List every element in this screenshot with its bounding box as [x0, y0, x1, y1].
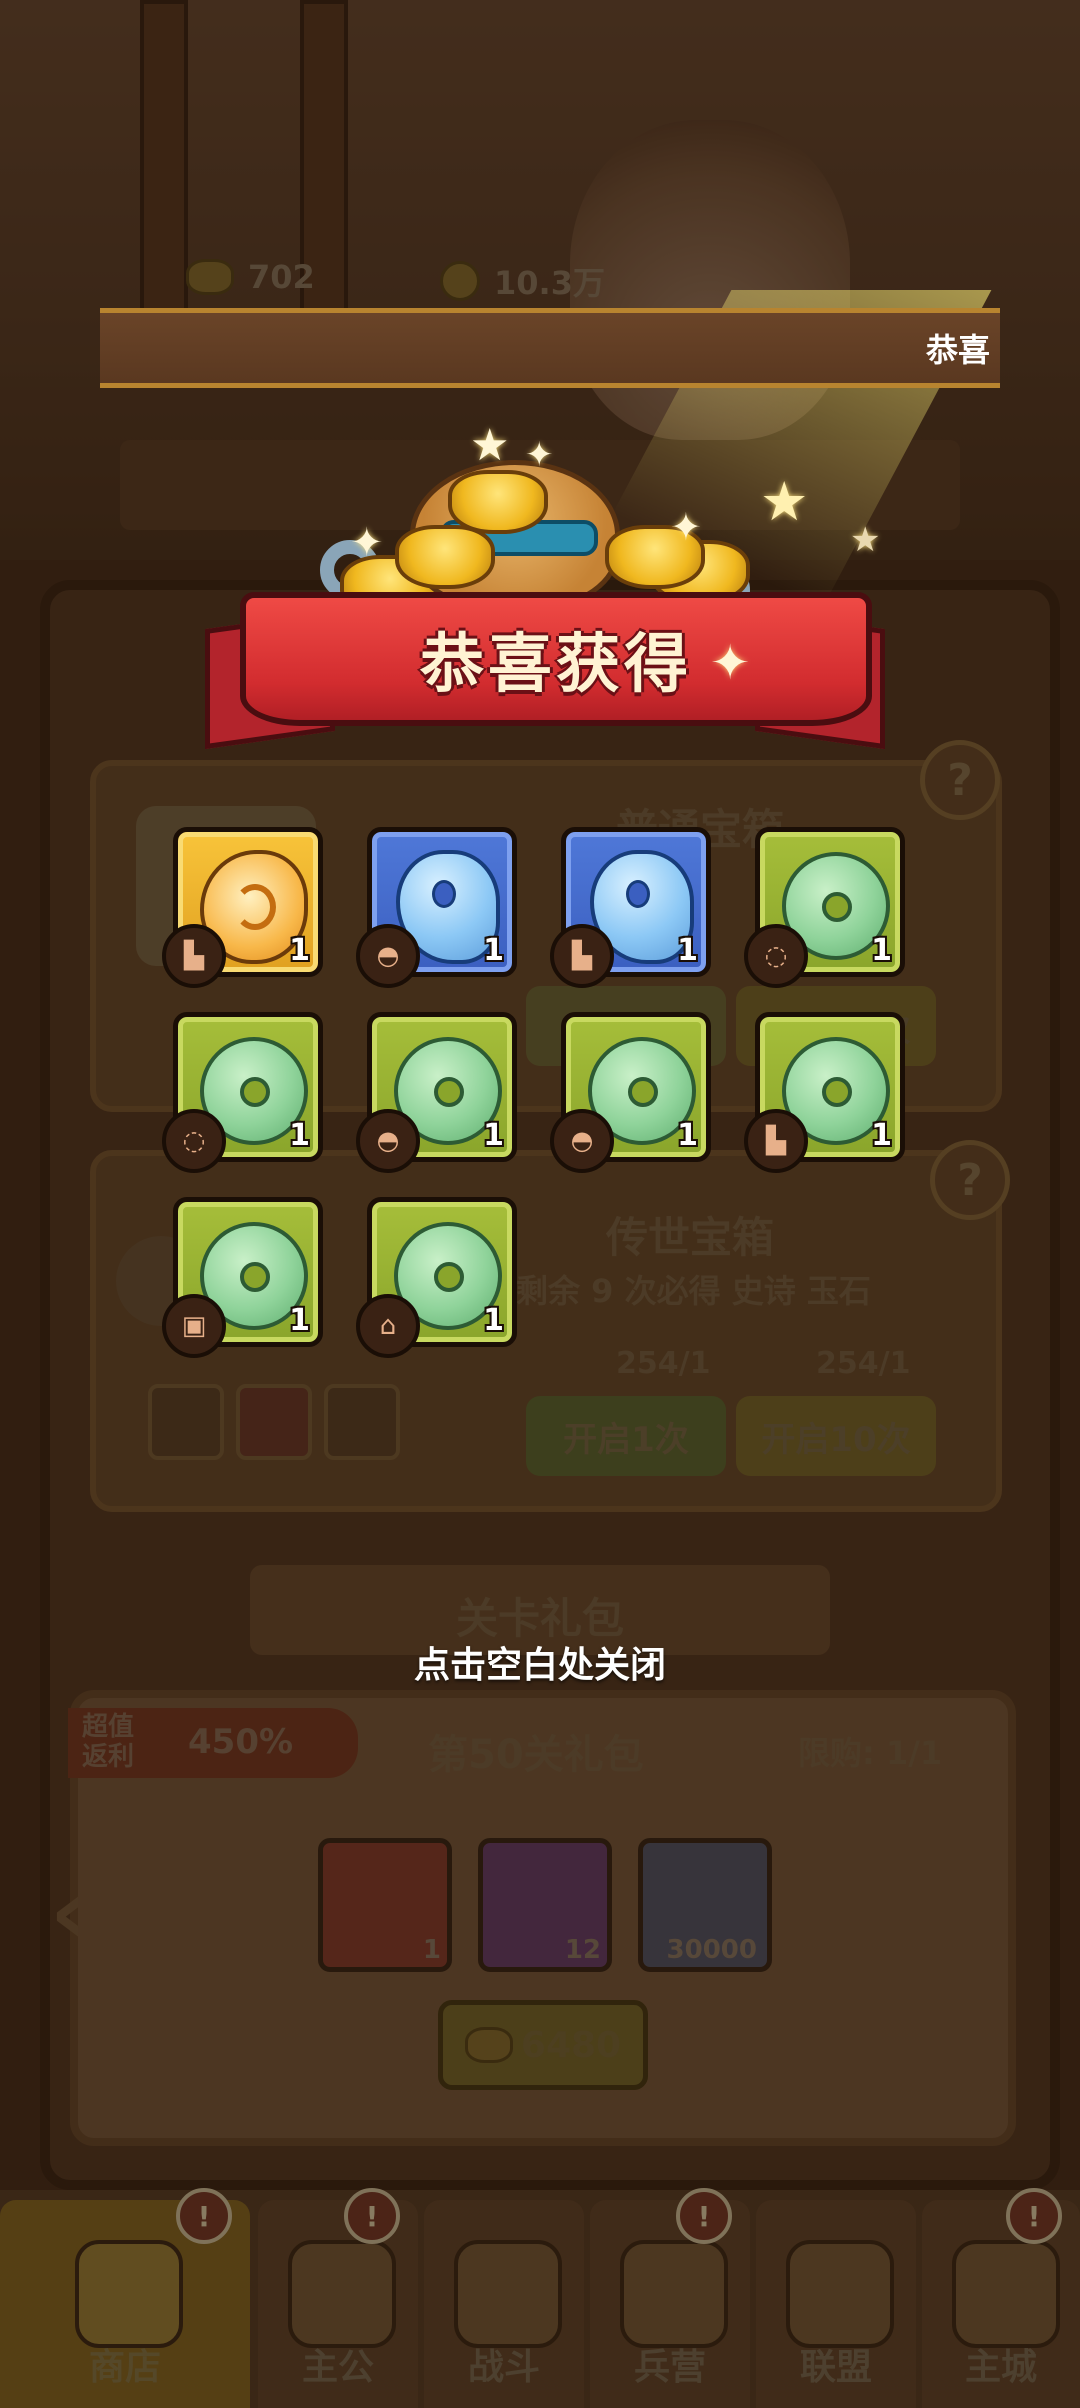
reward-title-banner: 恭喜获得	[240, 592, 872, 726]
reward-item-jade-gem[interactable]: ▙ 1	[744, 1012, 905, 1173]
reward-item-blue-gem[interactable]: ▙ 1	[550, 827, 711, 988]
boot-icon: ▙	[162, 924, 226, 988]
reward-item-jade-gem[interactable]: ◌ 1	[744, 827, 905, 988]
reward-item-jade-gem[interactable]: ⌂ 1	[356, 1197, 517, 1358]
reward-count: 1	[483, 1303, 504, 1338]
sparkle-icon: ★	[470, 420, 510, 471]
broadcast-notice-text: 恭喜	[925, 331, 990, 369]
reward-count: 1	[483, 1118, 504, 1153]
ring-icon: ◌	[744, 924, 808, 988]
reward-title: 恭喜获得	[420, 628, 692, 702]
armor-icon: ▣	[162, 1294, 226, 1358]
robe-icon: ⌂	[356, 1294, 420, 1358]
reward-item-jade-gem[interactable]: ◌ 1	[162, 1012, 323, 1173]
ring-icon: ◌	[162, 1109, 226, 1173]
gold-ingot-decoration	[448, 470, 548, 534]
helmet-icon: ◓	[550, 1109, 614, 1173]
sparkle-icon: ✦	[525, 435, 554, 475]
tap-to-close-hint: 点击空白处关闭	[413, 1645, 666, 1686]
reward-count: 1	[871, 933, 892, 968]
reward-item-jade-gem[interactable]: ▣ 1	[162, 1197, 323, 1358]
broadcast-notice-bar: 恭喜	[100, 308, 1000, 388]
reward-count: 1	[677, 1118, 698, 1153]
reward-item-blue-gem[interactable]: ◓ 1	[356, 827, 517, 988]
boot-icon: ▙	[744, 1109, 808, 1173]
reward-item-gold-gem[interactable]: ▙ 1	[162, 827, 323, 988]
sparkle-icon: ✦	[350, 520, 384, 566]
sparkle-icon: ✦	[710, 635, 751, 691]
reward-item-jade-gem[interactable]: ◓ 1	[550, 1012, 711, 1173]
reward-count: 1	[871, 1118, 892, 1153]
reward-count: 1	[289, 933, 310, 968]
reward-count: 1	[483, 933, 504, 968]
helmet-icon: ◓	[356, 1109, 420, 1173]
sparkle-icon: ★	[850, 520, 881, 560]
reward-count: 1	[289, 1303, 310, 1338]
sparkle-icon: ✦	[670, 505, 702, 549]
helmet-icon: ◓	[356, 924, 420, 988]
reward-count: 1	[289, 1118, 310, 1153]
reward-item-jade-gem[interactable]: ◓ 1	[356, 1012, 517, 1173]
reward-count: 1	[677, 933, 698, 968]
boot-icon: ▙	[550, 924, 614, 988]
sparkle-icon: ★	[760, 470, 809, 533]
gold-ingot-decoration	[395, 525, 495, 589]
